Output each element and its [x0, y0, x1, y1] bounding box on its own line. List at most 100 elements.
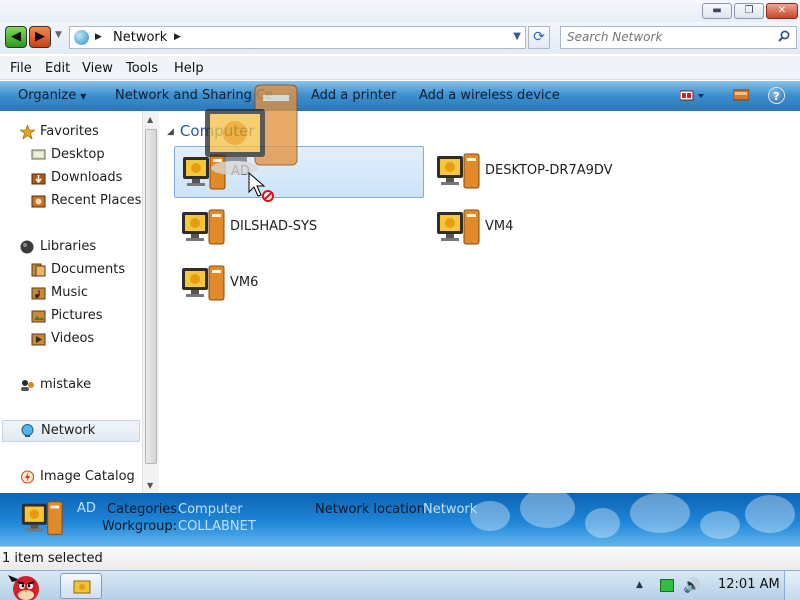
- menu-tools[interactable]: Tools: [126, 61, 158, 76]
- details-categories-value: Computer: [178, 502, 243, 517]
- computer-tile-vm6[interactable]: VM6: [174, 258, 424, 310]
- computer-icon: [437, 153, 480, 189]
- breadcrumb-separator-icon[interactable]: ▶: [95, 32, 102, 42]
- nav-label-recent-places: Recent Places: [51, 193, 142, 208]
- nav-pane-scrollbar[interactable]: ▲ ▼: [142, 111, 159, 493]
- preview-pane-icon[interactable]: [733, 89, 749, 101]
- computer-name: DESKTOP-DR7A9DV: [485, 163, 613, 178]
- search-icon[interactable]: [778, 30, 790, 42]
- start-button-icon[interactable]: [2, 571, 50, 600]
- details-workgroup-label: Workgroup:: [102, 519, 178, 534]
- minimize-button[interactable]: ▬: [702, 3, 732, 19]
- nav-item-mistake[interactable]: mistake: [20, 375, 135, 397]
- nav-item-videos[interactable]: Videos: [31, 329, 136, 351]
- downloads-icon: [31, 173, 46, 185]
- computer-tile-desktop-dr7a9dv[interactable]: DESKTOP-DR7A9DV: [429, 146, 679, 198]
- navigation-pane: Favorites Desktop Downloads Recent Place…: [0, 111, 142, 493]
- menu-bar: File Edit View Tools Help: [0, 56, 800, 80]
- folder-icon: [73, 580, 91, 594]
- user-icon: [21, 380, 34, 391]
- computer-name: DILSHAD-SYS: [230, 219, 318, 234]
- scroll-up-icon[interactable]: ▲: [147, 115, 153, 124]
- computer-icon: [21, 501, 63, 535]
- nav-label-documents: Documents: [51, 262, 126, 277]
- address-history-dropdown-icon[interactable]: ▼: [513, 31, 521, 42]
- nav-item-network[interactable]: Network: [2, 420, 140, 442]
- computer-tile-vm4[interactable]: VM4: [429, 202, 679, 254]
- show-hidden-icons-icon[interactable]: ▲: [636, 580, 643, 590]
- nav-item-music[interactable]: Music: [31, 283, 136, 305]
- computer-icon: [182, 209, 225, 245]
- nav-label-mistake: mistake: [40, 377, 92, 392]
- title-bar: ▬ ❐ ✕: [0, 0, 800, 22]
- breadcrumb-chevron-icon[interactable]: ▶: [174, 32, 181, 42]
- nav-item-recent-places[interactable]: Recent Places: [31, 191, 141, 213]
- taskbar: ▲ 🔊 12:01 AM: [0, 570, 800, 600]
- organize-label: Organize: [18, 88, 77, 103]
- menu-view[interactable]: View: [82, 61, 113, 76]
- nav-label-image-catalog: Image Catalog: [40, 469, 135, 484]
- videos-icon: [31, 333, 46, 346]
- bubble-decoration: [630, 493, 690, 533]
- network-globe-icon: [74, 30, 89, 45]
- nav-label-desktop: Desktop: [51, 147, 105, 162]
- network-icon: [21, 424, 34, 437]
- status-bar: 1 item selected: [0, 546, 800, 570]
- details-categories-label: Categories:: [107, 502, 182, 517]
- image-catalog-icon: [21, 470, 34, 484]
- menu-help[interactable]: Help: [174, 61, 204, 76]
- back-button[interactable]: ◀: [5, 26, 27, 48]
- maximize-button[interactable]: ❐: [734, 3, 764, 19]
- add-printer-button[interactable]: Add a printer: [311, 88, 396, 103]
- scroll-down-icon[interactable]: ▼: [147, 481, 153, 490]
- clock[interactable]: 12:01 AM: [718, 577, 780, 592]
- nav-item-desktop[interactable]: Desktop: [31, 145, 136, 167]
- computer-icon: [437, 209, 480, 245]
- search-input[interactable]: [567, 30, 767, 44]
- documents-icon: [31, 263, 46, 277]
- search-box[interactable]: [560, 26, 797, 49]
- nav-label-music: Music: [51, 285, 88, 300]
- cursor-no-drop-icon: [248, 172, 274, 202]
- scrollbar-thumb[interactable]: [145, 129, 157, 464]
- collapse-triangle-icon[interactable]: ◢: [167, 127, 174, 137]
- forward-button[interactable]: ▶: [29, 26, 51, 48]
- organize-button[interactable]: Organize ▼: [18, 88, 86, 103]
- status-text: 1 item selected: [2, 551, 103, 566]
- command-bar: Organize ▼ Network and Sharing Ce Add a p…: [0, 81, 800, 111]
- add-wireless-device-button[interactable]: Add a wireless device: [419, 88, 560, 103]
- taskbar-explorer-button[interactable]: [60, 573, 102, 599]
- address-bar[interactable]: ▶ Network ▶ ▼: [69, 26, 526, 49]
- nav-label-network: Network: [41, 423, 96, 438]
- bubble-decoration: [520, 493, 575, 528]
- bubble-decoration: [700, 511, 740, 539]
- nav-item-image-catalog[interactable]: Image Catalog: [20, 467, 138, 489]
- nav-item-favorites[interactable]: Favorites: [20, 122, 135, 144]
- recent-places-icon: [31, 195, 46, 208]
- breadcrumb-network[interactable]: Network: [113, 30, 167, 45]
- recent-pages-dropdown-icon[interactable]: ▼: [55, 30, 62, 40]
- show-desktop-button[interactable]: [784, 571, 800, 600]
- computer-icon: [182, 265, 225, 301]
- menu-edit[interactable]: Edit: [45, 61, 70, 76]
- drag-ghost-computer-icon: [205, 84, 298, 175]
- nav-label-favorites: Favorites: [40, 124, 99, 139]
- nav-item-downloads[interactable]: Downloads: [31, 168, 136, 190]
- nav-item-libraries[interactable]: Libraries: [20, 237, 135, 259]
- nav-item-pictures[interactable]: Pictures: [31, 306, 136, 328]
- volume-icon[interactable]: 🔊: [683, 578, 700, 594]
- help-icon[interactable]: ?: [768, 87, 785, 104]
- nav-item-documents[interactable]: Documents: [31, 260, 136, 282]
- nav-label-pictures: Pictures: [51, 308, 103, 323]
- music-icon: [31, 287, 46, 300]
- close-button[interactable]: ✕: [766, 3, 798, 19]
- details-network-location-label: Network location:: [315, 502, 430, 517]
- refresh-button[interactable]: ⟳: [528, 26, 550, 49]
- computer-name: VM6: [230, 275, 259, 290]
- change-view-icon[interactable]: [680, 89, 706, 103]
- network-status-icon[interactable]: [660, 579, 674, 592]
- address-row: ◀ ▶ ▼ ▶ Network ▶ ▼ ⟳: [0, 22, 800, 54]
- computer-tile-dilshad-sys[interactable]: DILSHAD-SYS: [174, 202, 424, 254]
- menu-file[interactable]: File: [10, 61, 32, 76]
- details-workgroup-value: COLLABNET: [178, 519, 256, 534]
